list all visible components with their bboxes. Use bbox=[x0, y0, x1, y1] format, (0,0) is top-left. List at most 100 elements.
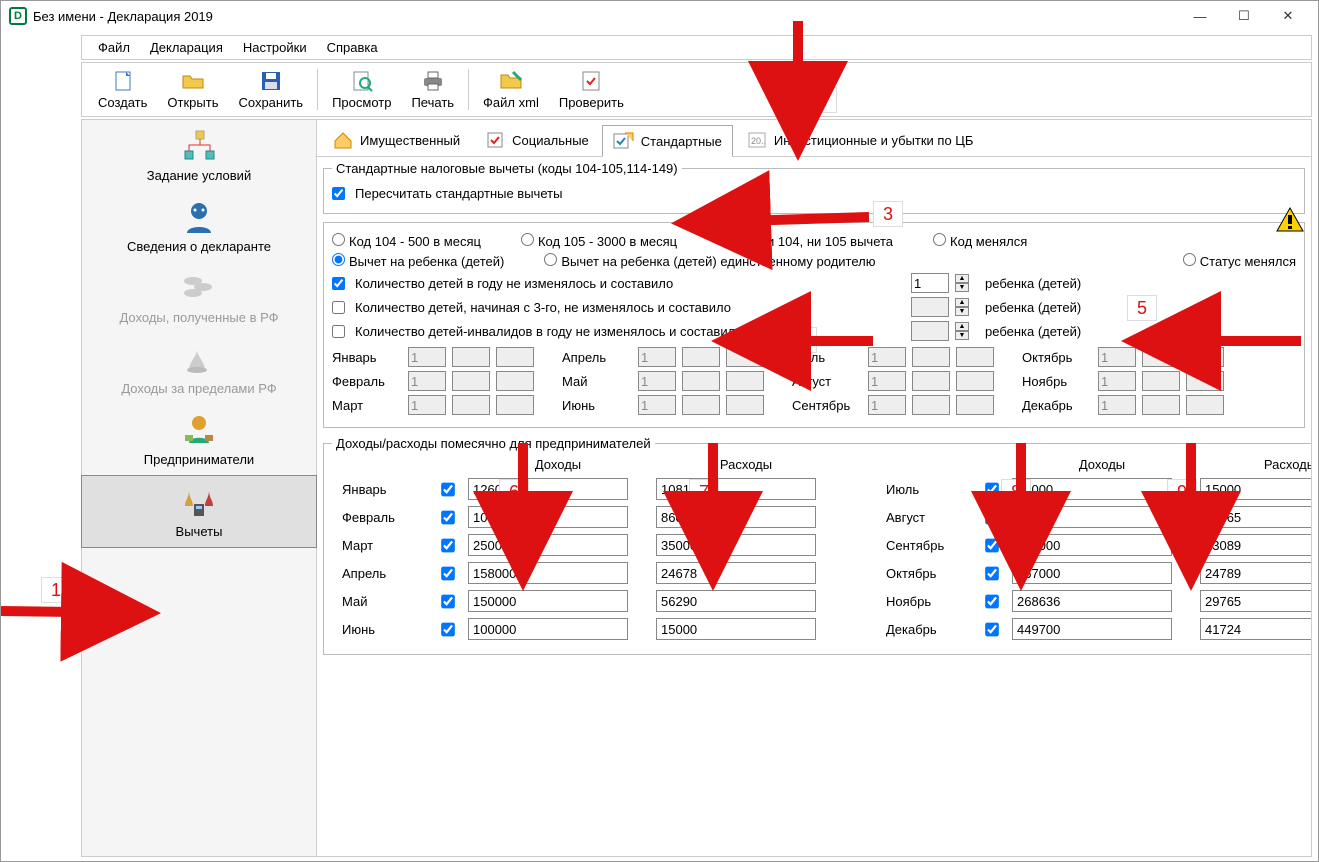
income-input[interactable] bbox=[1012, 618, 1172, 640]
create-button[interactable]: Создать bbox=[88, 67, 157, 112]
month-enable-checkbox[interactable] bbox=[440, 594, 457, 608]
month-label: Ноябрь bbox=[886, 594, 952, 609]
annotation-1: 1 bbox=[41, 577, 71, 603]
month-cell bbox=[912, 395, 950, 415]
sidebar-label: Предприниматели bbox=[86, 452, 312, 467]
income-input[interactable] bbox=[468, 506, 628, 528]
expense-input[interactable] bbox=[656, 478, 816, 500]
radio-none[interactable]: Нет ни 104, ни 105 вычета bbox=[717, 233, 893, 249]
income-input[interactable] bbox=[468, 590, 628, 612]
spinner[interactable]: ▲▼ bbox=[955, 298, 969, 316]
expense-input[interactable] bbox=[1200, 478, 1312, 500]
month-label: Декабрь bbox=[1022, 398, 1086, 413]
sidebar-item-entrepreneurs[interactable]: Предприниматели bbox=[82, 404, 316, 475]
print-button[interactable]: Печать bbox=[401, 67, 464, 112]
month-enable-checkbox[interactable] bbox=[984, 510, 1001, 524]
month-enable-checkbox[interactable] bbox=[440, 566, 457, 580]
radio-code-changed[interactable]: Код менялся bbox=[933, 233, 1027, 249]
month-enable-checkbox[interactable] bbox=[984, 566, 1001, 580]
month-enable-checkbox[interactable] bbox=[440, 510, 457, 524]
expense-input[interactable] bbox=[656, 562, 816, 584]
check-kids-from3[interactable] bbox=[332, 301, 345, 314]
month-label: Сентябрь bbox=[792, 398, 856, 413]
minimize-button[interactable]: — bbox=[1178, 2, 1222, 30]
month-cell bbox=[1098, 395, 1136, 415]
col-income-header: Доходы bbox=[468, 457, 648, 472]
income-input[interactable] bbox=[1012, 506, 1172, 528]
month-enable-checkbox[interactable] bbox=[984, 594, 1001, 608]
preview-button[interactable]: Просмотр bbox=[322, 67, 401, 112]
expense-input[interactable] bbox=[1200, 534, 1312, 556]
month-cell bbox=[452, 395, 490, 415]
check-button[interactable]: Проверить bbox=[549, 67, 634, 112]
expense-input[interactable] bbox=[1200, 618, 1312, 640]
tab-social[interactable]: Социальные bbox=[473, 124, 600, 156]
month-enable-checkbox[interactable] bbox=[984, 538, 1001, 552]
radio-child[interactable]: Вычет на ребенка (детей) bbox=[332, 253, 504, 269]
sidebar-item-income-abroad[interactable]: Доходы за пределами РФ bbox=[82, 333, 316, 404]
tab-investment[interactable]: 20..Инвестиционные и убытки по ЦБ bbox=[735, 124, 985, 156]
sidebar-item-income-rf[interactable]: Доходы, полученные в РФ bbox=[82, 262, 316, 333]
kids3-input bbox=[911, 297, 949, 317]
radio-child-single[interactable]: Вычет на ребенка (детей) единственному р… bbox=[544, 253, 875, 269]
income-input[interactable] bbox=[468, 562, 628, 584]
tab-property[interactable]: Имущественный bbox=[321, 124, 471, 156]
sidebar-item-conditions[interactable]: Задание условий bbox=[82, 120, 316, 191]
month-enable-checkbox[interactable] bbox=[440, 482, 457, 496]
sidebar-item-declarant[interactable]: Сведения о декларанте bbox=[82, 191, 316, 262]
income-input[interactable] bbox=[468, 618, 628, 640]
radio-status-changed[interactable]: Статус менялся bbox=[1183, 253, 1296, 269]
check-kids-inv[interactable] bbox=[332, 325, 345, 338]
month-cell bbox=[408, 395, 446, 415]
expense-input[interactable] bbox=[1200, 590, 1312, 612]
maximize-button[interactable]: ☐ bbox=[1222, 2, 1266, 30]
spinner[interactable]: ▲▼ bbox=[955, 322, 969, 340]
income-input[interactable] bbox=[468, 478, 628, 500]
recalc-checkbox[interactable] bbox=[332, 187, 345, 200]
menu-help[interactable]: Справка bbox=[319, 38, 386, 57]
spinner[interactable]: ▲▼ bbox=[955, 274, 969, 292]
radio-105[interactable]: Код 105 - 3000 в месяц bbox=[521, 233, 677, 249]
income-input[interactable] bbox=[1012, 534, 1172, 556]
income-input[interactable] bbox=[1012, 562, 1172, 584]
income-input[interactable] bbox=[1012, 590, 1172, 612]
expense-input[interactable] bbox=[656, 534, 816, 556]
month-label: Август bbox=[792, 374, 856, 389]
expense-input[interactable] bbox=[1200, 562, 1312, 584]
close-button[interactable]: ✕ bbox=[1266, 2, 1310, 30]
month-enable-checkbox[interactable] bbox=[984, 482, 1001, 496]
menu-declaration[interactable]: Декларация bbox=[142, 38, 231, 57]
month-enable-checkbox[interactable] bbox=[440, 538, 457, 552]
income-input[interactable] bbox=[1012, 478, 1172, 500]
month-label: Апрель bbox=[342, 566, 408, 581]
month-label: Сентябрь bbox=[886, 538, 952, 553]
month-cell bbox=[868, 347, 906, 367]
month-enable-checkbox[interactable] bbox=[440, 622, 457, 636]
sidebar-label: Доходы за пределами РФ bbox=[86, 381, 312, 396]
month-label: Июль bbox=[886, 482, 952, 497]
open-button[interactable]: Открыть bbox=[157, 67, 228, 112]
expense-input[interactable] bbox=[1200, 506, 1312, 528]
radio-104[interactable]: Код 104 - 500 в месяц bbox=[332, 233, 481, 249]
expense-input[interactable] bbox=[656, 618, 816, 640]
xml-button[interactable]: Файл xml bbox=[473, 67, 549, 112]
month-cell bbox=[682, 347, 720, 367]
month-enable-checkbox[interactable] bbox=[984, 622, 1001, 636]
sidebar-item-deductions[interactable]: Вычеты bbox=[81, 475, 317, 548]
codes-group: Код 104 - 500 в месяц Код 105 - 3000 в м… bbox=[323, 222, 1305, 428]
month-cell bbox=[496, 395, 534, 415]
tab-standard[interactable]: Стандартные bbox=[602, 125, 733, 157]
kids-count-input[interactable] bbox=[911, 273, 949, 293]
month-cell bbox=[1142, 395, 1180, 415]
sidebar-label: Сведения о декларанте bbox=[86, 239, 312, 254]
menu-file[interactable]: Файл bbox=[90, 38, 138, 57]
save-button[interactable]: Сохранить bbox=[228, 67, 313, 112]
expense-input[interactable] bbox=[656, 506, 816, 528]
warning-icon bbox=[1276, 207, 1304, 233]
menu-settings[interactable]: Настройки bbox=[235, 38, 315, 57]
check-kids-count[interactable] bbox=[332, 277, 345, 290]
month-cell bbox=[868, 371, 906, 391]
income-input[interactable] bbox=[468, 534, 628, 556]
sidebar: Задание условий Сведения о декларанте До… bbox=[81, 119, 317, 857]
expense-input[interactable] bbox=[656, 590, 816, 612]
